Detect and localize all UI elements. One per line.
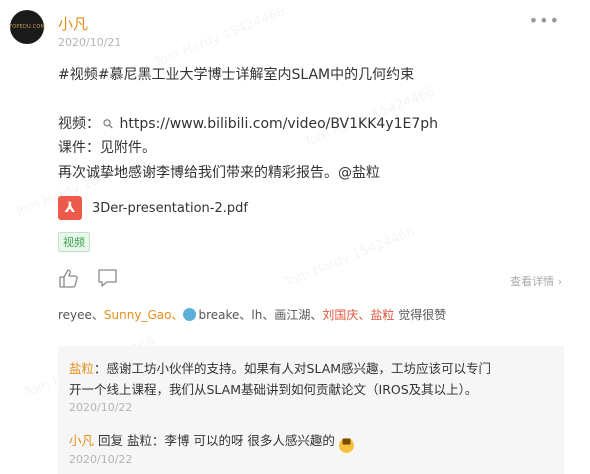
view-details-link[interactable]: 查看详情 ›	[510, 273, 562, 289]
watermark: Tom Hardy 15424466	[152, 4, 287, 70]
comment-text-continued: 开一个线上课程，我们从SLAM基础讲到如何贡献论文（IROS及其以上）。	[69, 382, 478, 397]
reply-word: 回复	[94, 433, 127, 448]
comment-bubble-icon[interactable]	[97, 268, 119, 288]
liker-name[interactable]: reyee、	[58, 308, 104, 322]
video-label: 视频：	[58, 116, 100, 132]
author-name[interactable]: 小凡	[58, 13, 88, 34]
comment-date: 2020/10/22	[69, 401, 133, 414]
more-options-icon[interactable]: •••	[529, 11, 560, 30]
view-details-label: 查看详情	[510, 275, 555, 288]
reply-target[interactable]: 盐粒	[127, 433, 152, 448]
comment-separator: ：	[94, 361, 107, 376]
comment-text: 感谢工坊小伙伴的支持。如果有人对SLAM感兴趣，工坊应该可以专门	[106, 361, 492, 376]
post-date: 2020/10/21	[58, 36, 122, 49]
watermark: Tom Hardy 15424466	[282, 224, 417, 290]
liker-name[interactable]: lh、	[251, 308, 274, 322]
commenter-name[interactable]: 盐粒	[69, 361, 94, 376]
courseware-line: 课件：见附件。	[58, 140, 156, 156]
likers-list: reyee、Sunny_Gao、 breake、lh、画江湖、刘国庆、盐粒 觉得很…	[58, 306, 446, 323]
grinning-emoji-icon: ▀	[338, 438, 354, 453]
topic-tag[interactable]: 视频	[58, 232, 90, 252]
reply-line: 小凡 回复 盐粒：李博 可以的呀 很多人感兴趣的 ▀	[69, 430, 354, 453]
comments-panel: 盐粒：感谢工坊小伙伴的支持。如果有人对SLAM感兴趣，工坊应该可以专门 开一个线…	[58, 346, 564, 474]
comment-line: 盐粒：感谢工坊小伙伴的支持。如果有人对SLAM感兴趣，工坊应该可以专门	[69, 358, 491, 377]
link-icon: ⚲	[100, 115, 118, 134]
video-line: 视频：⚲ https://www.bilibili.com/video/BV1KK…	[58, 113, 438, 133]
thumbs-up-icon[interactable]	[58, 268, 80, 288]
commenter-name[interactable]: 小凡	[69, 433, 94, 448]
liker-avatar	[183, 308, 197, 321]
liker-name[interactable]: 画江湖、	[274, 308, 322, 322]
pdf-attachment[interactable]: ⅄ 3Der-presentation-2.pdf	[58, 196, 248, 220]
chevron-right-icon: ›	[557, 275, 562, 288]
video-link[interactable]: https://www.bilibili.com/video/BV1KK4y1E…	[120, 116, 438, 132]
pdf-file-icon: ⅄	[58, 196, 82, 220]
comment-text: ：李博 可以的呀 很多人感兴趣的	[151, 433, 335, 448]
post-title: #视频#慕尼黑工业大学博士详解室内SLAM中的几何约束	[58, 67, 415, 83]
liker-name[interactable]: Sunny_Gao、	[104, 308, 184, 322]
attachment-filename: 3Der-presentation-2.pdf	[92, 200, 248, 216]
comment-date: 2020/10/22	[69, 453, 133, 466]
liker-name[interactable]: 盐粒	[370, 308, 394, 322]
thanks-line: 再次诚挚地感谢李博给我们带来的精彩报告。@盐粒	[58, 165, 380, 181]
avatar-logo-text: TOPEDU.COM	[9, 24, 46, 30]
liker-name[interactable]: breake、	[198, 308, 251, 322]
author-avatar[interactable]: TOPEDU.COM	[9, 10, 46, 44]
liker-name[interactable]: 刘国庆、	[322, 308, 370, 322]
likes-suffix: 觉得很赞	[394, 308, 447, 322]
